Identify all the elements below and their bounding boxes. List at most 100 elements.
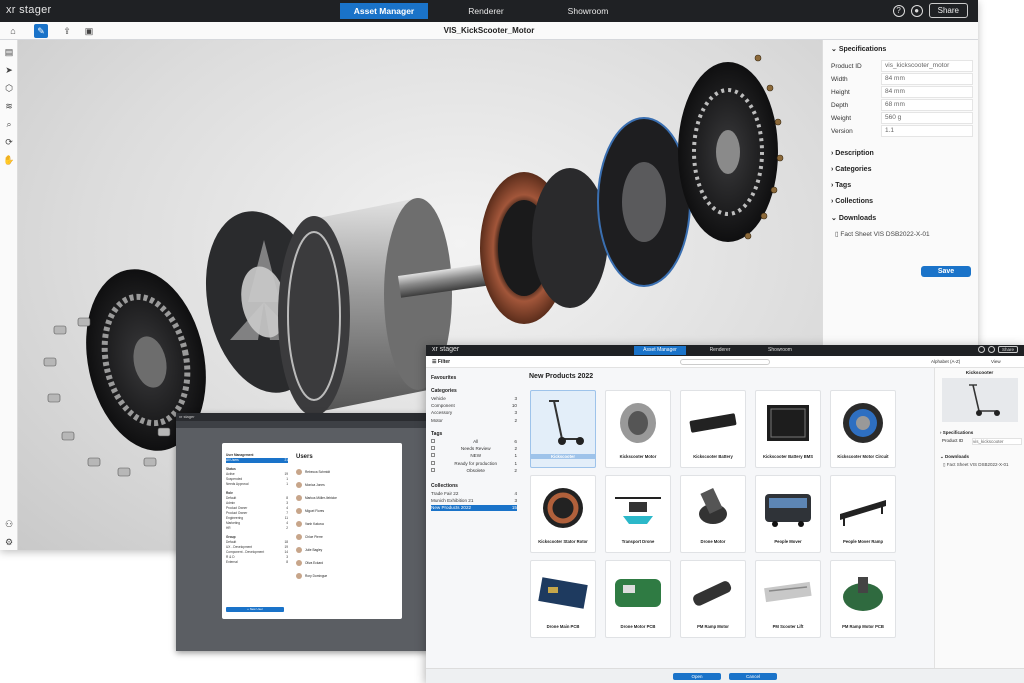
user-row[interactable]: Rebecca Schmidt: [296, 465, 396, 478]
library-icon[interactable]: ▤: [3, 46, 15, 58]
view-dropdown[interactable]: View: [991, 359, 1001, 364]
section-collections[interactable]: › Collections: [831, 198, 873, 205]
sidebar-item[interactable]: Motor 2: [431, 418, 517, 424]
cancel-button[interactable]: Cancel: [729, 673, 777, 680]
spec-value-field[interactable]: 560 g: [881, 112, 973, 124]
user-row[interactable]: Chloe Pierre: [296, 530, 396, 543]
asset-tile[interactable]: Kickscooter Motor: [605, 390, 671, 468]
asset-tile[interactable]: PM Scooter Lift: [755, 560, 821, 638]
preview-downloads-heading[interactable]: ⌄ Downloads: [940, 454, 969, 460]
user-row[interactable]: Rory Domingue: [296, 569, 396, 582]
hand-icon[interactable]: ✋: [3, 154, 15, 166]
asset-tile-label: Kickscooter Motor Circuit: [837, 454, 889, 459]
asset-tile[interactable]: People Mover Ramp: [830, 475, 896, 553]
tab-showroom[interactable]: Showroom: [544, 3, 632, 19]
asset-tile[interactable]: People Mover: [755, 475, 821, 553]
tab-asset-manager[interactable]: Asset Manager: [634, 346, 686, 355]
tab-showroom[interactable]: Showroom: [754, 346, 806, 355]
sidebar-item[interactable]: Needs Review 2: [431, 446, 517, 452]
asset-tile[interactable]: Kickscooter Motor Circuit: [830, 390, 896, 468]
save-button[interactable]: Save: [921, 266, 971, 277]
help-icon[interactable]: ?: [892, 4, 905, 17]
asset-tile[interactable]: PM Ramp Motor: [680, 560, 746, 638]
share-button[interactable]: Share: [928, 3, 968, 18]
spec-value-field[interactable]: vis_kickscooter: [972, 438, 1022, 445]
sidebar-item[interactable]: New Products 2022 15: [431, 505, 517, 512]
avatar: [296, 494, 302, 501]
section-description[interactable]: › Description: [831, 150, 874, 157]
sidebar-item[interactable]: Obsolete 2: [431, 467, 517, 474]
tab-renderer[interactable]: Renderer: [694, 346, 746, 355]
sidebar-item[interactable]: Accessory 3: [431, 410, 517, 416]
user-list: Rebecca Schmidt Monica Jones Markus Müller…: [296, 465, 396, 582]
user-row[interactable]: Markus Müller-Ilebicke: [296, 491, 396, 504]
checkbox-icon[interactable]: [431, 446, 435, 451]
spec-value-field[interactable]: 84 mm: [881, 73, 973, 85]
section-downloads[interactable]: ⌄ Downloads: [831, 214, 876, 222]
library-sidebar: Favourites Categories Vehicle 3 Component 10 A…: [426, 368, 522, 668]
asset-tile[interactable]: Kickscooter Battery: [680, 390, 746, 468]
asset-tile-label: Kickscooter Stator Rotor: [538, 539, 588, 544]
asset-tile[interactable]: Kickscooter: [530, 390, 596, 468]
sidebar-item[interactable]: All 6: [431, 439, 517, 445]
navigate-icon[interactable]: ➤: [3, 64, 15, 76]
asset-tile[interactable]: Drone Main PCB: [530, 560, 596, 638]
filter-toggle[interactable]: ☰ Filter: [432, 359, 450, 365]
filter-item[interactable]: All Users 21: [226, 458, 288, 463]
spec-value-field[interactable]: vis_kickscooter_motor: [881, 60, 973, 72]
settings-icon[interactable]: ⚙: [3, 536, 15, 548]
checkbox-icon[interactable]: [431, 460, 435, 465]
download-file-link[interactable]: ▯ Fact Sheet VIS DSB2022-X-01: [835, 230, 930, 238]
checkbox-icon[interactable]: [431, 453, 435, 458]
specifications-heading[interactable]: ⌄ Specifications: [831, 45, 886, 53]
asset-tile[interactable]: Kickscooter Stator Rotor: [530, 475, 596, 553]
user-row[interactable]: Miguel Flores: [296, 504, 396, 517]
users-icon[interactable]: ⚇: [3, 518, 15, 530]
user-row[interactable]: Monica Jones: [296, 478, 396, 491]
spec-row-height: Height 84 mm: [831, 86, 973, 98]
search-icon[interactable]: ⌕: [3, 118, 15, 130]
asset-tile[interactable]: Drone Motor: [680, 475, 746, 553]
layers-icon[interactable]: ≋: [3, 100, 15, 112]
brand-logo: xr stager: [179, 414, 195, 419]
sidebar-item[interactable]: Vehicle 3: [431, 396, 517, 402]
section-categories[interactable]: › Categories: [831, 166, 871, 173]
sidebar-item[interactable]: Component 10: [431, 403, 517, 409]
sidebar-item[interactable]: Ready for production 1: [431, 460, 517, 467]
rotate-icon[interactable]: ⟳: [3, 136, 15, 148]
asset-thumbnail: [609, 394, 667, 452]
checkbox-icon[interactable]: [431, 439, 435, 443]
section-tags[interactable]: › Tags: [831, 182, 851, 189]
spec-value-field[interactable]: 84 mm: [881, 86, 973, 98]
preview-specifications-heading[interactable]: › Specifications: [940, 430, 973, 435]
sidebar-item[interactable]: Munich Exhibition 21 3: [431, 498, 517, 504]
user-row[interactable]: Oliva Eckard: [296, 556, 396, 569]
new-user-button[interactable]: + New User: [226, 607, 284, 612]
user-row[interactable]: Julie Bagley: [296, 543, 396, 556]
user-icon[interactable]: [987, 346, 995, 353]
avatar: [296, 572, 302, 579]
asset-tile[interactable]: Kickscooter Battery BMS: [755, 390, 821, 468]
sidebar-item[interactable]: Trade Fair 22 4: [431, 491, 517, 497]
filter-item[interactable]: HR 2: [226, 526, 288, 531]
cube-icon[interactable]: ⬡: [3, 82, 15, 94]
open-button[interactable]: Open: [673, 673, 721, 680]
filter-item[interactable]: Needs Approval 1: [226, 482, 288, 487]
spec-value-field[interactable]: 68 mm: [881, 99, 973, 111]
search-input[interactable]: [680, 359, 770, 365]
share-button[interactable]: Share: [997, 346, 1018, 353]
asset-tile[interactable]: Transport Drone: [605, 475, 671, 553]
asset-tile[interactable]: PM Ramp Motor PCB: [830, 560, 896, 638]
tab-renderer[interactable]: Renderer: [442, 3, 530, 19]
filter-item[interactable]: External 8: [226, 560, 288, 565]
asset-tile[interactable]: Drone Motor PCB: [605, 560, 671, 638]
user-icon[interactable]: ●: [910, 4, 923, 17]
sort-dropdown[interactable]: Alphabet (A-Z): [931, 359, 960, 364]
tab-asset-manager[interactable]: Asset Manager: [340, 3, 428, 19]
sidebar-item[interactable]: NEW 1: [431, 453, 517, 459]
spec-value-field[interactable]: 1.1: [881, 125, 973, 137]
user-row[interactable]: Vanh Kakova: [296, 517, 396, 530]
help-icon[interactable]: [977, 346, 985, 353]
checkbox-icon[interactable]: [431, 467, 435, 472]
preview-download-link[interactable]: ▯ Fact Sheet VIS DSB2022-X-01: [943, 462, 1009, 468]
